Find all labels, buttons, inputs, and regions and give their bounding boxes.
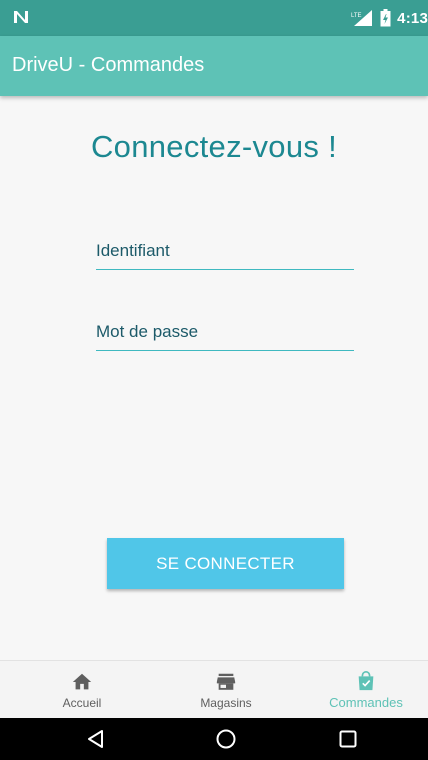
login-heading: Connectez-vous ! [90, 129, 338, 164]
app-bar: DriveU - Commandes [0, 36, 428, 96]
nav-label-commandes: Commandes [329, 695, 403, 710]
status-bar: LTE 4:13 [0, 0, 428, 36]
status-icons: LTE 4:13 [350, 8, 428, 28]
bottom-navigation: Accueil Magasins Commandes [0, 660, 428, 718]
shopping-bag-icon [358, 671, 374, 691]
login-form: Connectez-vous ! SE CONNECTER [0, 96, 428, 660]
username-input[interactable] [96, 236, 354, 270]
home-circle-icon[interactable] [214, 727, 238, 751]
recent-apps-icon[interactable] [336, 727, 360, 751]
status-time: 4:13 [397, 9, 428, 27]
store-icon [216, 673, 236, 690]
nav-label-magasins: Magasins [200, 695, 252, 710]
nav-item-commandes[interactable]: Commandes [306, 661, 426, 719]
nav-item-accueil[interactable]: Accueil [22, 661, 142, 719]
notification-n-icon [14, 11, 28, 23]
password-field-wrapper [96, 317, 354, 351]
back-icon[interactable] [84, 727, 108, 751]
password-input[interactable] [96, 317, 354, 351]
app-title: DriveU - Commandes [12, 54, 205, 76]
nav-label-accueil: Accueil [62, 695, 102, 710]
svg-text:LTE: LTE [351, 13, 362, 19]
lte-signal-icon: LTE [351, 10, 373, 26]
nav-item-magasins[interactable]: Magasins [166, 661, 286, 719]
home-icon [72, 673, 92, 689]
connect-button[interactable]: SE CONNECTER [107, 538, 344, 589]
system-navigation-bar [0, 718, 428, 760]
username-field-wrapper [96, 236, 354, 270]
battery-icon [380, 9, 391, 27]
